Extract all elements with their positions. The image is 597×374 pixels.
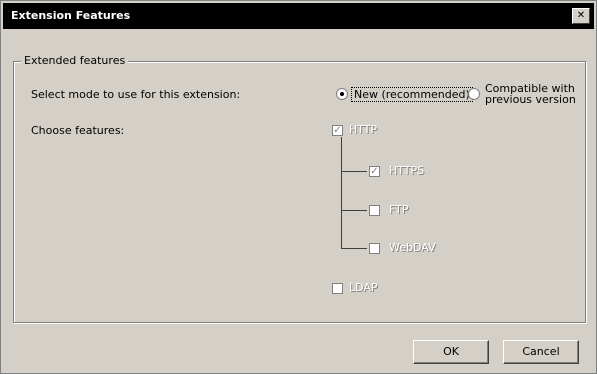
checkbox-https[interactable]: ✓ (369, 166, 380, 177)
cancel-button[interactable]: Cancel (503, 340, 579, 364)
radio-compatible-mode-label[interactable]: Compatible with previous version (485, 83, 585, 105)
tree-branch-line (341, 171, 367, 172)
tree-vertical-line (341, 137, 342, 249)
tree-branch-line (341, 248, 367, 249)
tree-branch-line (341, 210, 367, 211)
window-title: Extension Features (11, 9, 131, 22)
close-icon[interactable]: ✕ (572, 8, 590, 24)
checkbox-ftp[interactable] (369, 205, 380, 216)
radio-selected-dot (340, 92, 344, 96)
checkbox-ldap-label: LDAP (349, 281, 378, 294)
ok-button[interactable]: OK (413, 340, 489, 364)
checkbox-webdav-label: WebDAV (389, 241, 436, 254)
radio-new-mode-label[interactable]: New (recommended) (351, 87, 473, 102)
radio-compatible-mode[interactable] (468, 88, 480, 100)
checkbox-https-label: HTTPS (389, 164, 425, 177)
title-bar[interactable]: Extension Features ✕ (3, 3, 594, 29)
features-label: Choose features: (31, 124, 125, 137)
checkbox-webdav[interactable] (369, 243, 380, 254)
mode-label: Select mode to use for this extension: (31, 88, 241, 101)
checkbox-ftp-label: FTP (389, 203, 409, 216)
group-legend: Extended features (21, 54, 129, 67)
checkbox-http[interactable]: ✓ (332, 125, 343, 136)
checkbox-ldap[interactable] (332, 283, 343, 294)
extension-dialog: Extension Features ✕ Extended features S… (0, 0, 597, 374)
radio-new-mode[interactable] (336, 88, 348, 100)
checkbox-http-label: HTTP (349, 123, 378, 136)
